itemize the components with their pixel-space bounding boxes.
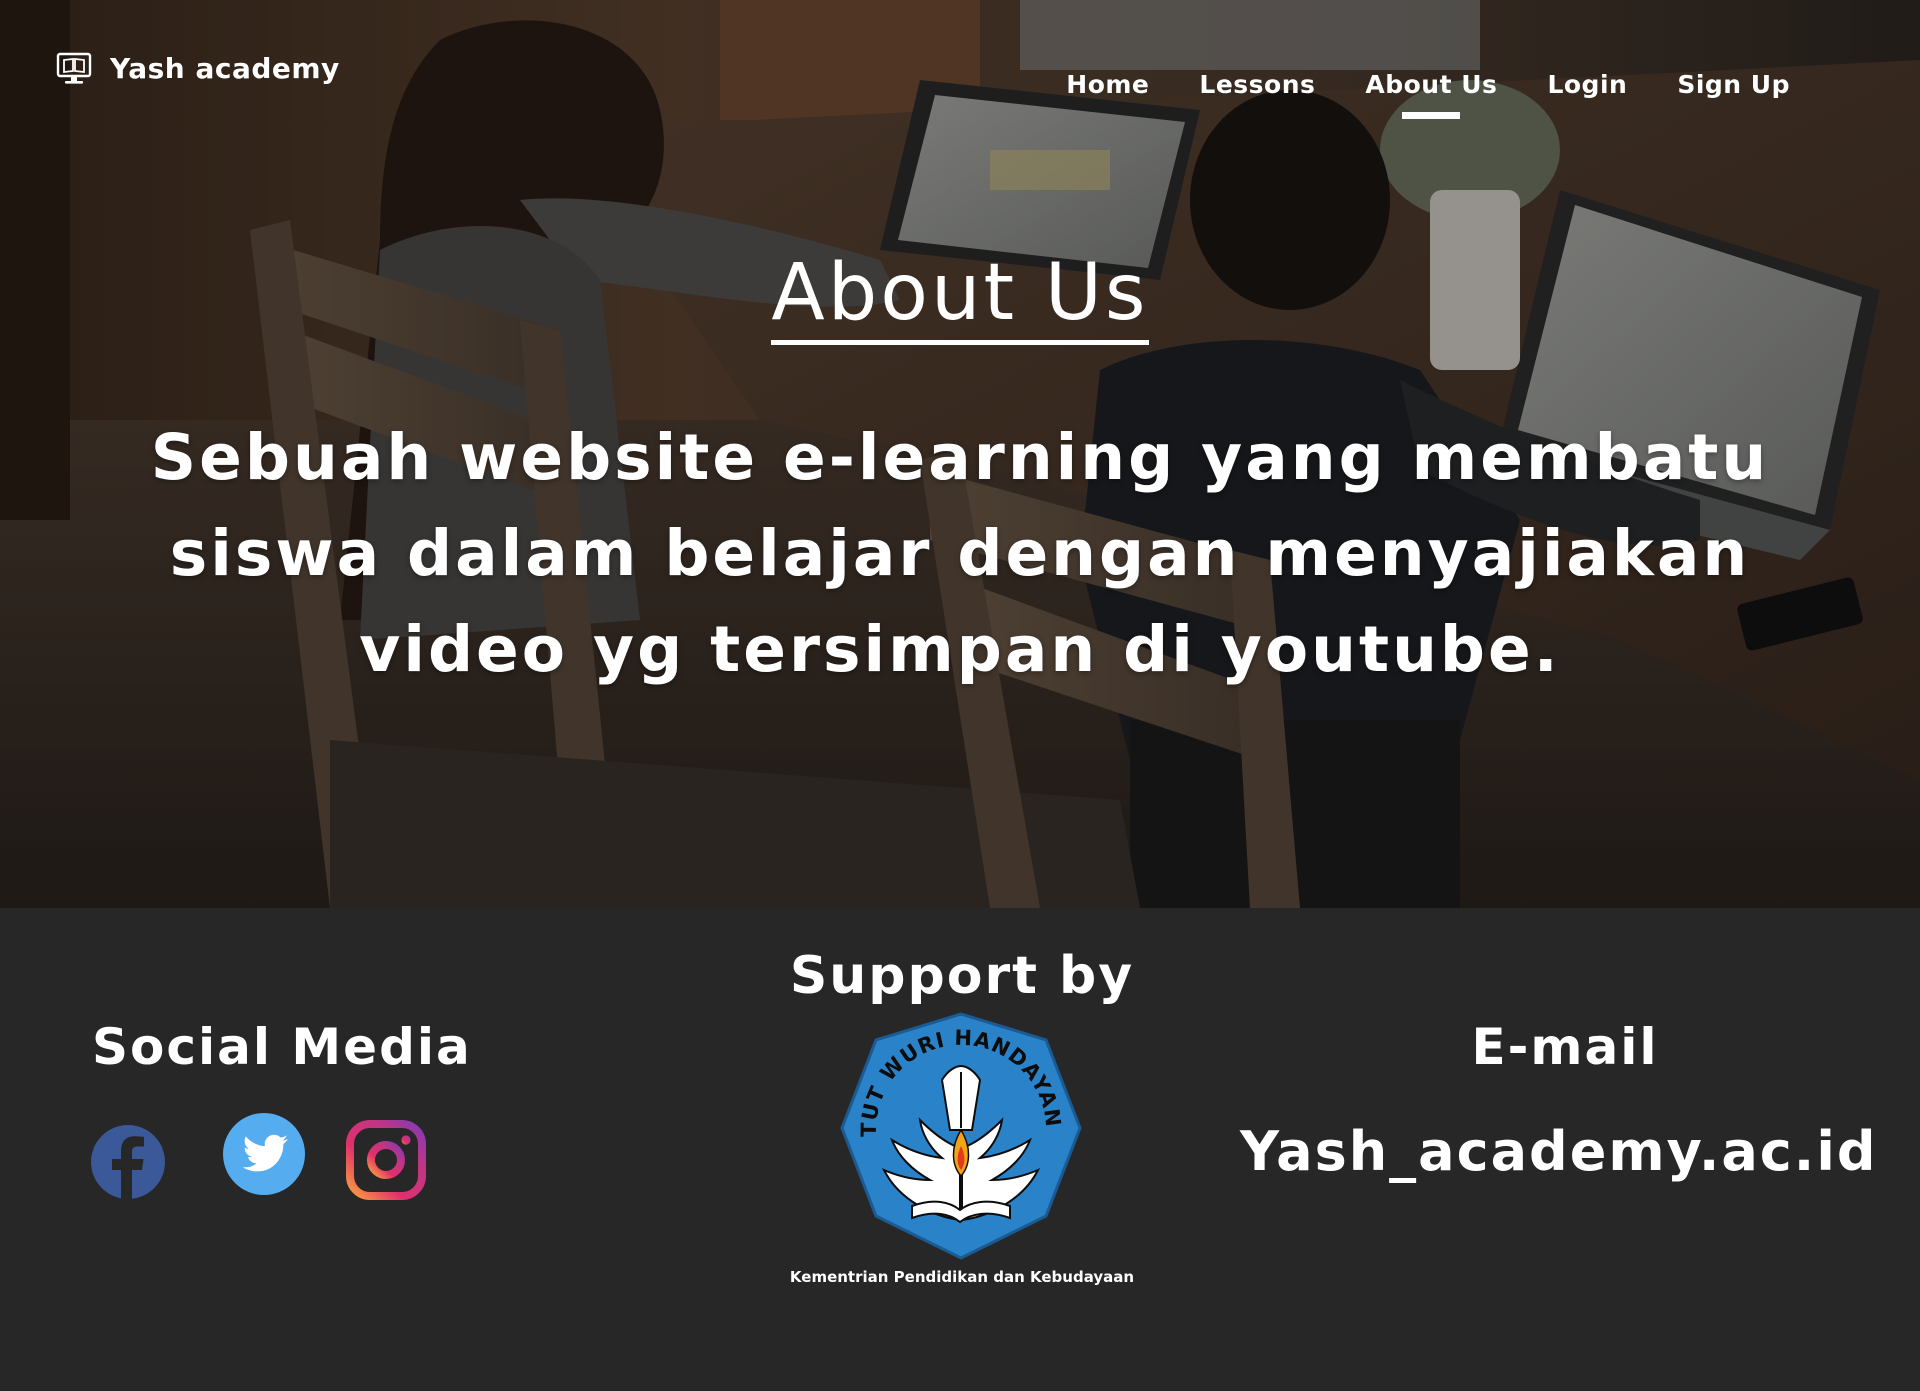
- about-page: Yash academy Home Lessons About Us Login…: [0, 0, 1920, 1391]
- support-caption: Kementrian Pendidikan dan Kebudayaan: [789, 1268, 1135, 1286]
- main-nav: Home Lessons About Us Login Sign Up: [1016, 70, 1790, 119]
- instagram-icon[interactable]: [346, 1120, 426, 1200]
- nav-home[interactable]: Home: [1066, 70, 1149, 99]
- social-media-heading: Social Media: [92, 1018, 472, 1076]
- social-icons: [90, 1112, 470, 1208]
- kemdikbud-logo: TUT WURI HANDAYANI: [838, 1010, 1082, 1260]
- nav-login[interactable]: Login: [1547, 70, 1627, 99]
- monitor-book-icon: [56, 52, 92, 84]
- hero-section: Yash academy Home Lessons About Us Login…: [0, 0, 1920, 908]
- hero-description: Sebuah website e-learning yang membatu s…: [150, 421, 1770, 686]
- nav-lessons[interactable]: Lessons: [1199, 70, 1315, 99]
- page-title: About Us: [0, 248, 1920, 345]
- nav-sign-up[interactable]: Sign Up: [1677, 70, 1790, 99]
- twitter-icon[interactable]: [222, 1112, 306, 1196]
- support-heading: Support by: [789, 946, 1135, 1006]
- nav-about-us[interactable]: About Us: [1365, 70, 1497, 119]
- facebook-icon[interactable]: [90, 1124, 166, 1200]
- footer: Social Media Support by TUT WURI HANDAYA…: [0, 908, 1920, 1391]
- email-address[interactable]: Yash_academy.ac.id: [1240, 1120, 1876, 1183]
- brand[interactable]: Yash academy: [56, 50, 340, 86]
- brand-name: Yash academy: [110, 51, 340, 85]
- page-title-text: About Us: [771, 248, 1149, 345]
- email-heading: E-mail: [1471, 1018, 1659, 1076]
